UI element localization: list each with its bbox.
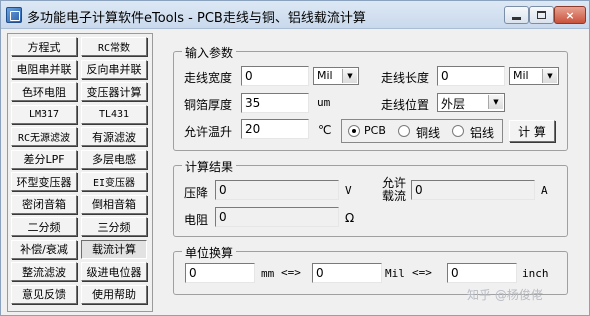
unit-conversion-title: 单位换算 xyxy=(182,244,237,261)
material-radio-aluminum[interactable] xyxy=(452,125,464,137)
sidebar-button-7[interactable]: TL431 xyxy=(81,104,147,124)
trace-width-unit-select[interactable]: Mil ▼ xyxy=(313,67,359,85)
copper-thickness-input[interactable] xyxy=(241,93,309,113)
material-radio-copper[interactable] xyxy=(398,125,410,137)
mm-mil-arrow: <=> xyxy=(281,266,301,279)
material-radio-group: PCB 铜线 铝线 xyxy=(341,119,503,143)
copper-thickness-label: 铜箔厚度 xyxy=(184,98,233,112)
sidebar-button-11[interactable]: 多层电感 xyxy=(81,149,147,169)
trace-position-label: 走线位置 xyxy=(381,98,430,112)
allowed-current-output xyxy=(411,180,535,200)
mil-inch-arrow: <=> xyxy=(412,266,432,279)
sidebar-button-14[interactable]: 密闭音箱 xyxy=(11,194,77,214)
voltage-drop-unit: V xyxy=(345,184,352,197)
sidebar-button-12[interactable]: 环型变压器 xyxy=(11,172,77,191)
tool-button-panel: 方程式 RC常数 电阻串并联 反向串并联 色环电阻 变压器计算 LM317 TL431 RC无源… xyxy=(7,33,153,312)
minimize-button[interactable] xyxy=(504,6,529,24)
resistance-label: 电阻 xyxy=(184,213,209,227)
trace-length-unit-value: Mil xyxy=(513,69,529,82)
sidebar-button-13[interactable]: EI变压器 xyxy=(81,172,147,191)
sidebar-button-23[interactable]: 使用帮助 xyxy=(81,284,147,304)
trace-length-label: 走线长度 xyxy=(381,71,430,85)
maximize-button[interactable] xyxy=(529,6,554,24)
sidebar-button-22[interactable]: 意见反馈 xyxy=(11,284,77,304)
trace-length-unit-select[interactable]: Mil ▼ xyxy=(509,67,559,85)
sidebar-button-3[interactable]: 反向串并联 xyxy=(81,59,147,79)
minimize-icon xyxy=(512,16,521,20)
material-label-copper: 铜线 xyxy=(416,126,441,140)
window-title: 多功能电子计算软件eTools - PCB走线与铜、铝线载流计算 xyxy=(27,11,366,26)
trace-width-unit-value: Mil xyxy=(317,69,333,82)
trace-length-input[interactable] xyxy=(437,66,505,86)
resistance-output xyxy=(215,207,339,227)
app-window: 多功能电子计算软件eTools - PCB走线与铜、铝线载流计算 × 方程式 RC… xyxy=(0,0,590,316)
allowed-current-label: 允许 载流 xyxy=(382,177,406,203)
results-title: 计算结果 xyxy=(182,158,237,175)
sidebar-button-21[interactable]: 级进电位器 xyxy=(81,262,147,281)
material-label-aluminum: 铝线 xyxy=(470,126,495,140)
sidebar-button-19[interactable]: 载流计算 xyxy=(81,239,147,259)
sidebar-button-17[interactable]: 三分频 xyxy=(81,217,147,236)
sidebar-button-1[interactable]: RC常数 xyxy=(81,37,147,56)
material-label-pcb: PCB xyxy=(364,124,386,137)
voltage-drop-label: 压降 xyxy=(184,186,209,200)
trace-width-label: 走线宽度 xyxy=(184,71,233,85)
input-params-title: 输入参数 xyxy=(182,44,237,61)
chevron-down-icon: ▼ xyxy=(488,95,503,109)
resistance-unit: Ω xyxy=(345,211,355,225)
sidebar-button-2[interactable]: 电阻串并联 xyxy=(11,59,77,79)
trace-position-select[interactable]: 外层 ▼ xyxy=(437,93,505,112)
sidebar-button-5[interactable]: 变压器计算 xyxy=(81,82,147,101)
app-icon xyxy=(6,7,22,23)
temp-rise-input[interactable] xyxy=(241,119,309,139)
copper-thickness-unit: um xyxy=(317,96,331,109)
sidebar-button-8[interactable]: RC无源滤波 xyxy=(11,127,77,146)
calculate-button[interactable]: 计 算 xyxy=(509,120,555,142)
sidebar-button-16[interactable]: 二分频 xyxy=(11,217,77,236)
sidebar-button-9[interactable]: 有源滤波 xyxy=(81,127,147,146)
chevron-down-icon: ▼ xyxy=(542,69,557,83)
sidebar-button-10[interactable]: 差分LPF xyxy=(11,149,77,169)
sidebar-button-4[interactable]: 色环电阻 xyxy=(11,82,77,101)
mil-input[interactable] xyxy=(312,263,382,283)
maximize-icon xyxy=(537,11,546,19)
trace-position-value: 外层 xyxy=(441,97,466,111)
watermark: 知乎 @杨俊佬 xyxy=(467,288,543,302)
sidebar-button-6[interactable]: LM317 xyxy=(11,104,77,124)
material-radio-pcb[interactable] xyxy=(348,125,360,137)
mm-unit: mm xyxy=(261,267,275,280)
voltage-drop-output xyxy=(215,180,339,200)
allowed-current-label-line2: 载流 xyxy=(382,189,407,203)
sidebar-button-20[interactable]: 整流滤波 xyxy=(11,262,77,281)
sidebar-button-18[interactable]: 补偿/衰减 xyxy=(11,239,77,259)
close-button[interactable]: × xyxy=(554,6,586,24)
chevron-down-icon: ▼ xyxy=(342,69,357,83)
inch-unit: inch xyxy=(522,267,549,280)
trace-width-input[interactable] xyxy=(241,66,309,86)
mm-input[interactable] xyxy=(185,263,255,283)
inch-input[interactable] xyxy=(447,263,517,283)
temp-rise-label: 允许温升 xyxy=(184,125,233,139)
title-bar: 多功能电子计算软件eTools - PCB走线与铜、铝线载流计算 × xyxy=(1,1,589,29)
sidebar-button-0[interactable]: 方程式 xyxy=(11,37,77,56)
sidebar-button-15[interactable]: 倒相音箱 xyxy=(81,194,147,214)
mil-unit: Mil xyxy=(385,267,405,280)
close-icon: × xyxy=(565,8,575,22)
allowed-current-unit: A xyxy=(541,184,548,197)
temp-rise-unit: ℃ xyxy=(318,123,332,137)
